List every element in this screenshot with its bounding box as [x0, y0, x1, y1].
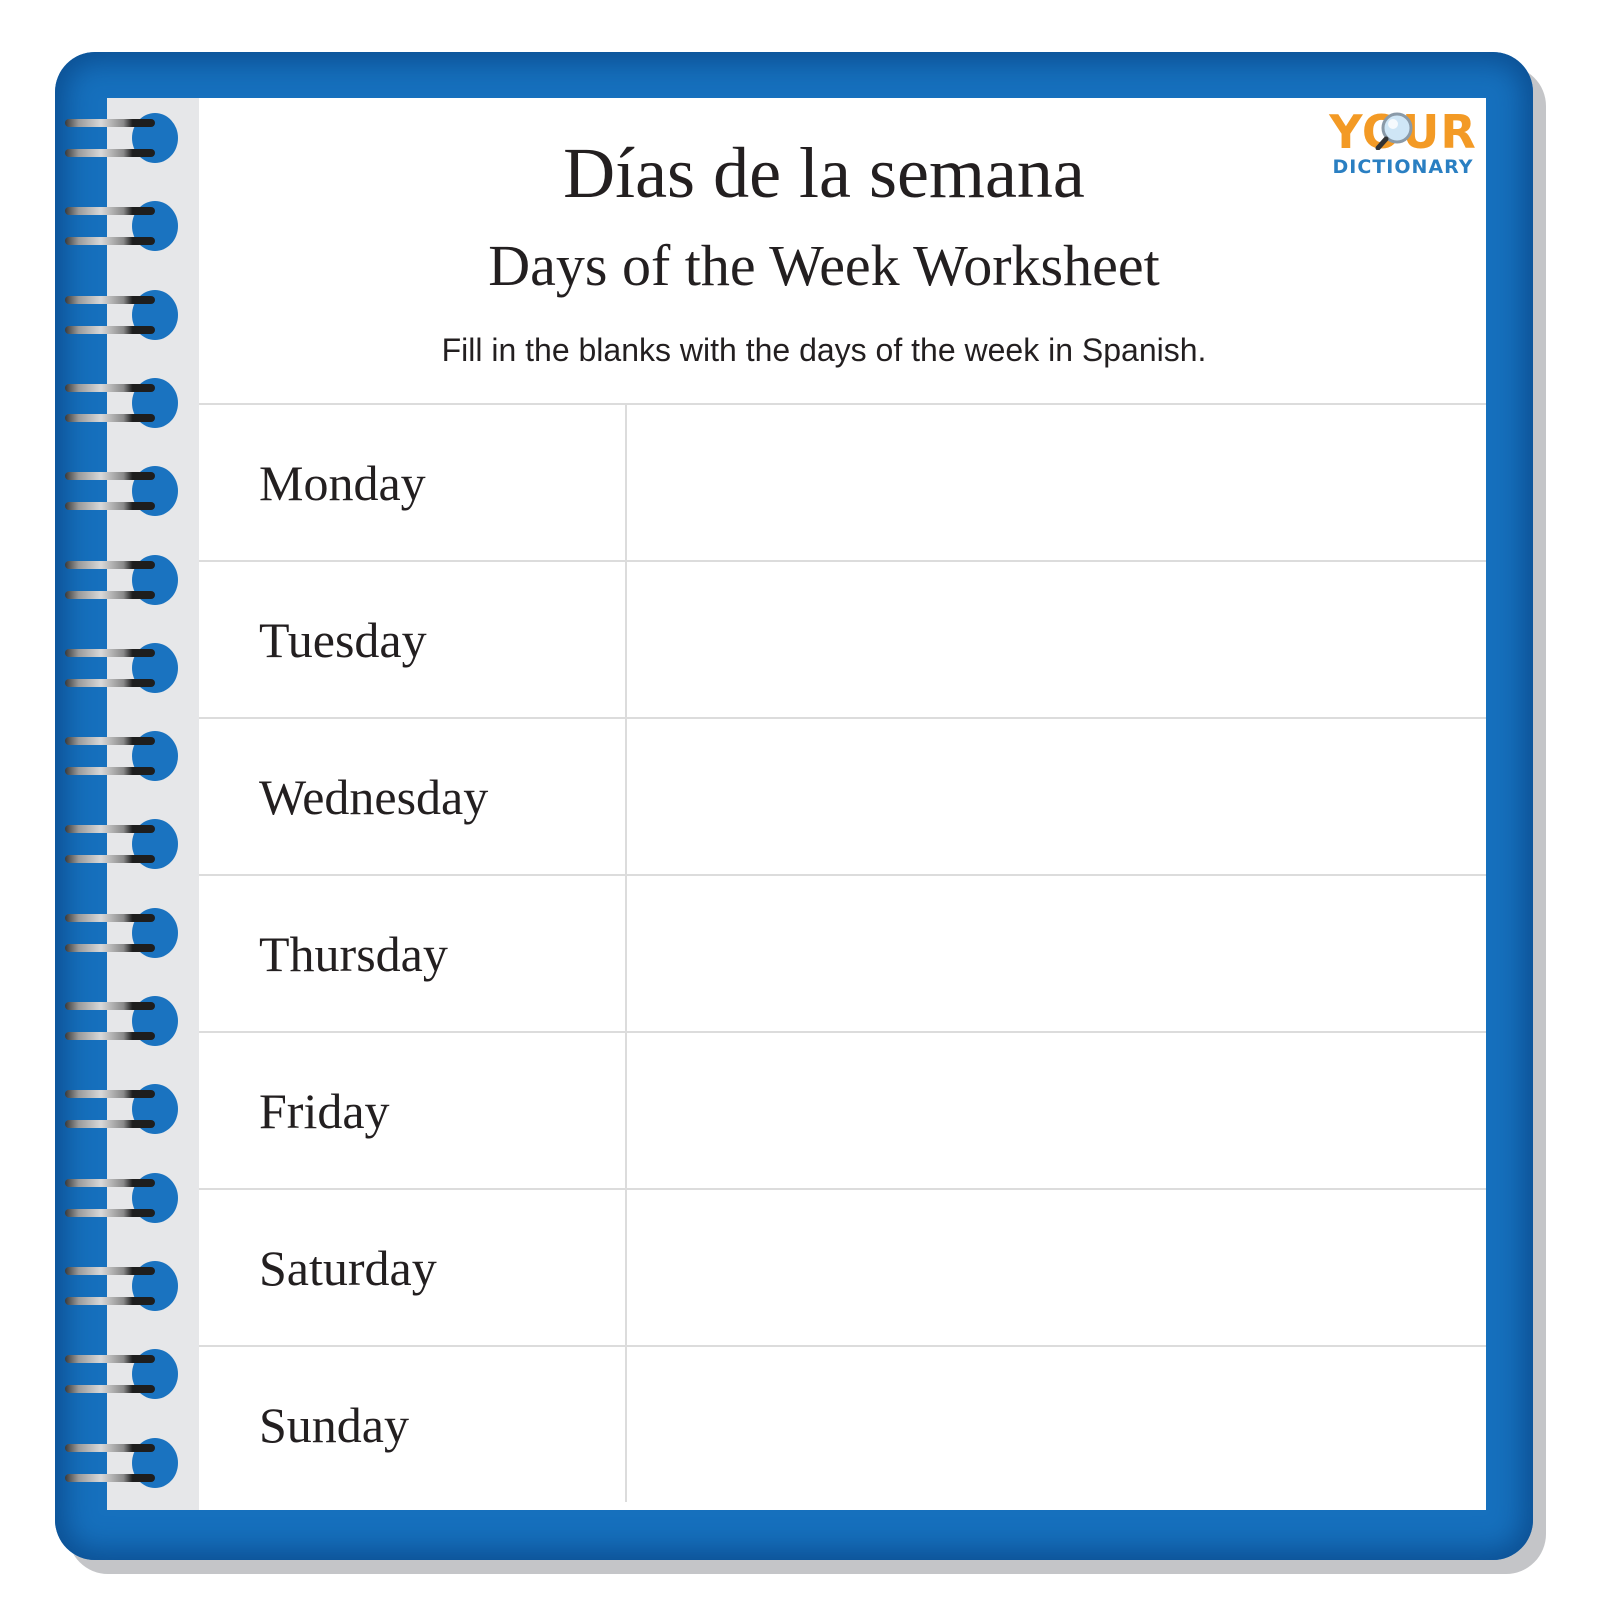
- spiral-ring-icon: [65, 383, 155, 392]
- day-label-saturday: Saturday: [259, 1239, 437, 1296]
- spiral-ring-icon: [65, 590, 155, 599]
- spiral-ring-icon: [65, 825, 155, 834]
- spiral-ring-icon: [65, 943, 155, 952]
- answer-field-sunday[interactable]: [625, 1347, 1486, 1502]
- worksheet-subtitle: Days of the Week Worksheet: [488, 233, 1160, 298]
- table-row: Friday: [199, 1031, 1486, 1188]
- spiral-ring-icon: [65, 1178, 155, 1187]
- spiral-ring-icon: [65, 913, 155, 922]
- answer-field-thursday[interactable]: [625, 876, 1486, 1031]
- worksheet-title: Días de la semana: [563, 133, 1085, 213]
- spiral-ring-icon: [65, 413, 155, 422]
- spiral-ring-icon: [65, 295, 155, 304]
- table-row: Thursday: [199, 874, 1486, 1031]
- spiral-ring-icon: [65, 119, 155, 127]
- spiral-ring-icon: [65, 1355, 155, 1364]
- spiral-ring-icon: [65, 1385, 155, 1394]
- spiral-ring-icon: [65, 1443, 155, 1452]
- spiral-ring-icon: [65, 237, 155, 246]
- day-label-tuesday: Tuesday: [259, 611, 427, 668]
- spiral-ring-icon: [65, 149, 155, 157]
- spiral-ring-icon: [65, 648, 155, 657]
- spiral-ring-icon: [65, 1266, 155, 1275]
- days-table: Monday Tuesday Wednesday Thursday Friday…: [199, 403, 1486, 1502]
- answer-field-tuesday[interactable]: [625, 562, 1486, 717]
- table-row: Sunday: [199, 1345, 1486, 1502]
- spiral-ring-icon: [65, 1208, 155, 1217]
- day-label-monday: Monday: [259, 454, 426, 511]
- answer-field-monday[interactable]: [625, 405, 1486, 560]
- spiral-ring-icon: [65, 678, 155, 687]
- spiral-ring-icon: [65, 855, 155, 864]
- worksheet-instructions: Fill in the blanks with the days of the …: [441, 332, 1207, 368]
- table-row: Monday: [199, 403, 1486, 560]
- spiral-ring-icon: [65, 207, 155, 216]
- spiral-ring-icon: [65, 1090, 155, 1099]
- table-row: Wednesday: [199, 717, 1486, 874]
- spiral-ring-icon: [65, 472, 155, 481]
- spiral-ring-icon: [65, 502, 155, 511]
- day-label-thursday: Thursday: [259, 925, 448, 982]
- day-label-wednesday: Wednesday: [259, 768, 489, 825]
- spiral-ring-icon: [65, 325, 155, 334]
- answer-field-friday[interactable]: [625, 1033, 1486, 1188]
- spiral-ring-icon: [65, 767, 155, 776]
- spiral-ring-icon: [65, 1296, 155, 1305]
- day-label-sunday: Sunday: [259, 1396, 409, 1453]
- day-label-friday: Friday: [259, 1082, 390, 1139]
- spiral-ring-icon: [65, 1002, 155, 1010]
- answer-field-wednesday[interactable]: [625, 719, 1486, 874]
- answer-field-saturday[interactable]: [625, 1190, 1486, 1345]
- spiral-ring-icon: [65, 737, 155, 746]
- table-row: Tuesday: [199, 560, 1486, 717]
- table-row: Saturday: [199, 1188, 1486, 1345]
- spiral-ring-icon: [65, 1032, 155, 1040]
- spiral-binding: [0, 0, 200, 1600]
- spiral-ring-icon: [65, 1473, 155, 1482]
- spiral-ring-icon: [65, 560, 155, 569]
- spiral-ring-icon: [65, 1120, 155, 1129]
